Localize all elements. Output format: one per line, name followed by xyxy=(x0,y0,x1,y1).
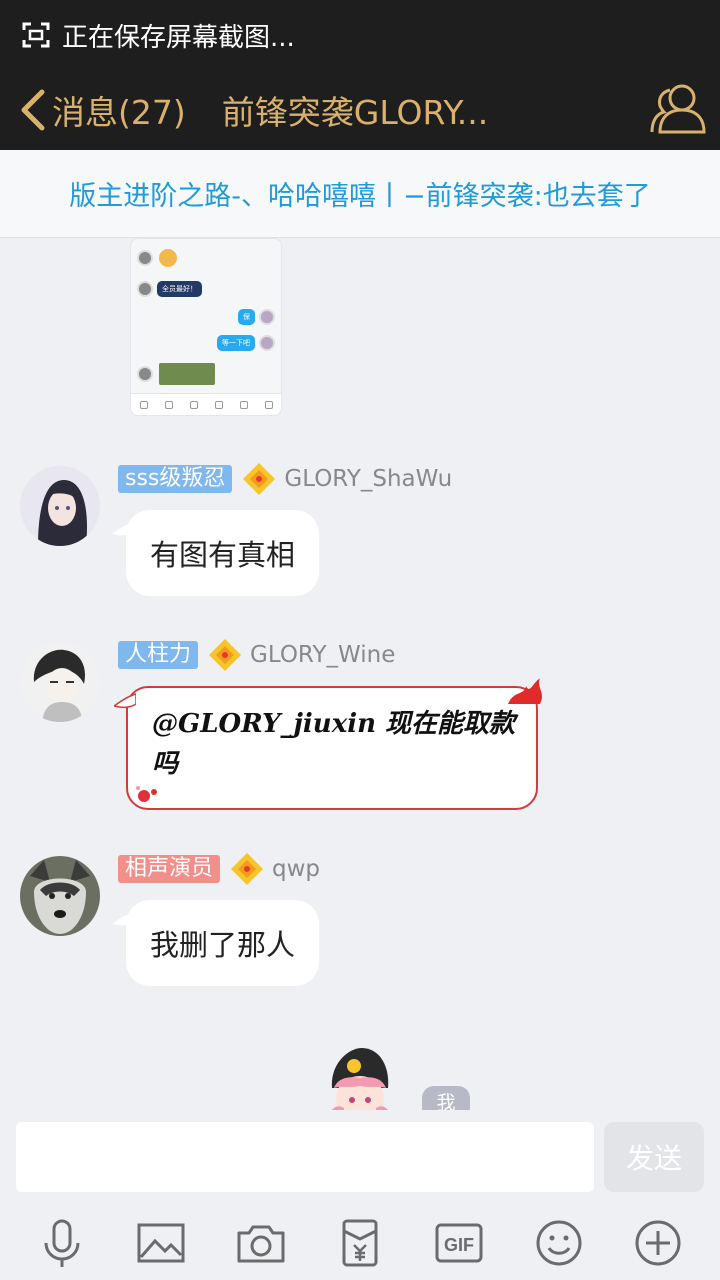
back-button[interactable]: 消息(27) xyxy=(0,70,186,150)
message-bubble[interactable]: 有图有真相 xyxy=(112,510,320,596)
gif-button[interactable]: GIF xyxy=(431,1215,487,1271)
image-button[interactable] xyxy=(133,1215,189,1271)
message-bubble[interactable]: 我删了那人 xyxy=(112,900,320,986)
send-button[interactable]: 发送 xyxy=(604,1122,704,1192)
mini-bubble: 等一下吧 xyxy=(217,335,255,351)
mini-photo xyxy=(159,363,215,385)
message-text: @GLORY_jiuxin 现在能取款吗 xyxy=(152,709,516,779)
camera-icon xyxy=(237,1225,285,1263)
message-text: 有图有真相 xyxy=(150,538,296,572)
mini-toolbar xyxy=(131,393,281,415)
red-packet-icon xyxy=(342,1219,378,1267)
status-bar: 正在保存屏幕截图... xyxy=(0,0,720,70)
mini-avatar xyxy=(137,250,153,266)
notice-text: 版主进阶之路-、哈哈嘻嘻丨−前锋突袭:也去套了 xyxy=(69,181,651,212)
page-title: 前锋突袭GLORY... xyxy=(221,93,489,132)
camera-button[interactable] xyxy=(233,1215,289,1271)
mini-avatar xyxy=(259,335,275,351)
avatar[interactable] xyxy=(20,466,100,546)
avatar[interactable] xyxy=(20,856,100,936)
mini-bubble: 全员最好！ xyxy=(157,281,202,297)
title-badge: 相声演员 xyxy=(118,855,221,883)
diamond-icon xyxy=(209,639,242,671)
message-text: 我删了那人 xyxy=(150,928,296,962)
diamond-icon xyxy=(231,853,264,885)
composer: 发送 xyxy=(0,1110,720,1206)
microphone-icon xyxy=(44,1219,80,1267)
chat-header: 消息(27) 前锋突袭GLORY... xyxy=(0,70,720,150)
red-packet-button[interactable] xyxy=(332,1215,388,1271)
mini-avatar xyxy=(137,281,153,297)
chat-list[interactable]: 全员最好！ 保 等一下吧 sss级叛忍 GLORY_ShaWu 有图有真相 人柱… xyxy=(0,238,720,1122)
plus-icon xyxy=(635,1220,681,1266)
mini-bubble: 保 xyxy=(238,309,255,325)
status-text: 正在保存屏幕截图... xyxy=(62,22,295,53)
group-members-icon[interactable] xyxy=(648,78,708,138)
shared-screenshot-image[interactable]: 全员最好！ 保 等一下吧 xyxy=(130,238,282,416)
svg-text:GIF: GIF xyxy=(444,1235,474,1255)
message-input[interactable] xyxy=(16,1122,594,1192)
message-meta: 相声演员 qwp xyxy=(118,853,321,885)
title-badge: sss级叛忍 xyxy=(118,465,233,493)
splat-decoration-icon xyxy=(136,786,157,802)
message-bubble[interactable]: @GLORY_jiuxin 现在能取款吗 xyxy=(114,678,542,810)
chevron-left-icon xyxy=(21,89,45,131)
avatar[interactable] xyxy=(20,642,100,722)
mini-avatar xyxy=(259,309,275,325)
diamond-icon xyxy=(243,463,276,495)
nickname: qwp xyxy=(272,856,321,882)
emoji-icon xyxy=(536,1220,582,1266)
input-toolbar: GIF xyxy=(0,1206,720,1280)
sticker-image xyxy=(159,249,177,267)
bubble-tail xyxy=(112,912,134,926)
mini-avatar xyxy=(137,366,153,382)
image-icon xyxy=(137,1223,185,1263)
emoji-button[interactable] xyxy=(531,1215,587,1271)
nickname: GLORY_Wine xyxy=(250,642,396,668)
bubble-tail xyxy=(114,693,136,709)
title-badge: 人柱力 xyxy=(118,641,199,669)
voice-button[interactable] xyxy=(34,1215,90,1271)
message-meta: 人柱力 GLORY_Wine xyxy=(118,639,396,671)
bubble-tail xyxy=(112,522,134,536)
gif-icon: GIF xyxy=(435,1223,483,1263)
more-button[interactable] xyxy=(630,1215,686,1271)
nickname: GLORY_ShaWu xyxy=(284,466,453,492)
screenshot-icon xyxy=(22,22,50,48)
group-notice-banner[interactable]: 版主进阶之路-、哈哈嘻嘻丨−前锋突袭:也去套了 xyxy=(0,150,720,238)
flame-decoration-icon xyxy=(508,678,542,704)
back-label: 消息(27) xyxy=(52,93,186,132)
message-meta: sss级叛忍 GLORY_ShaWu xyxy=(118,463,453,495)
